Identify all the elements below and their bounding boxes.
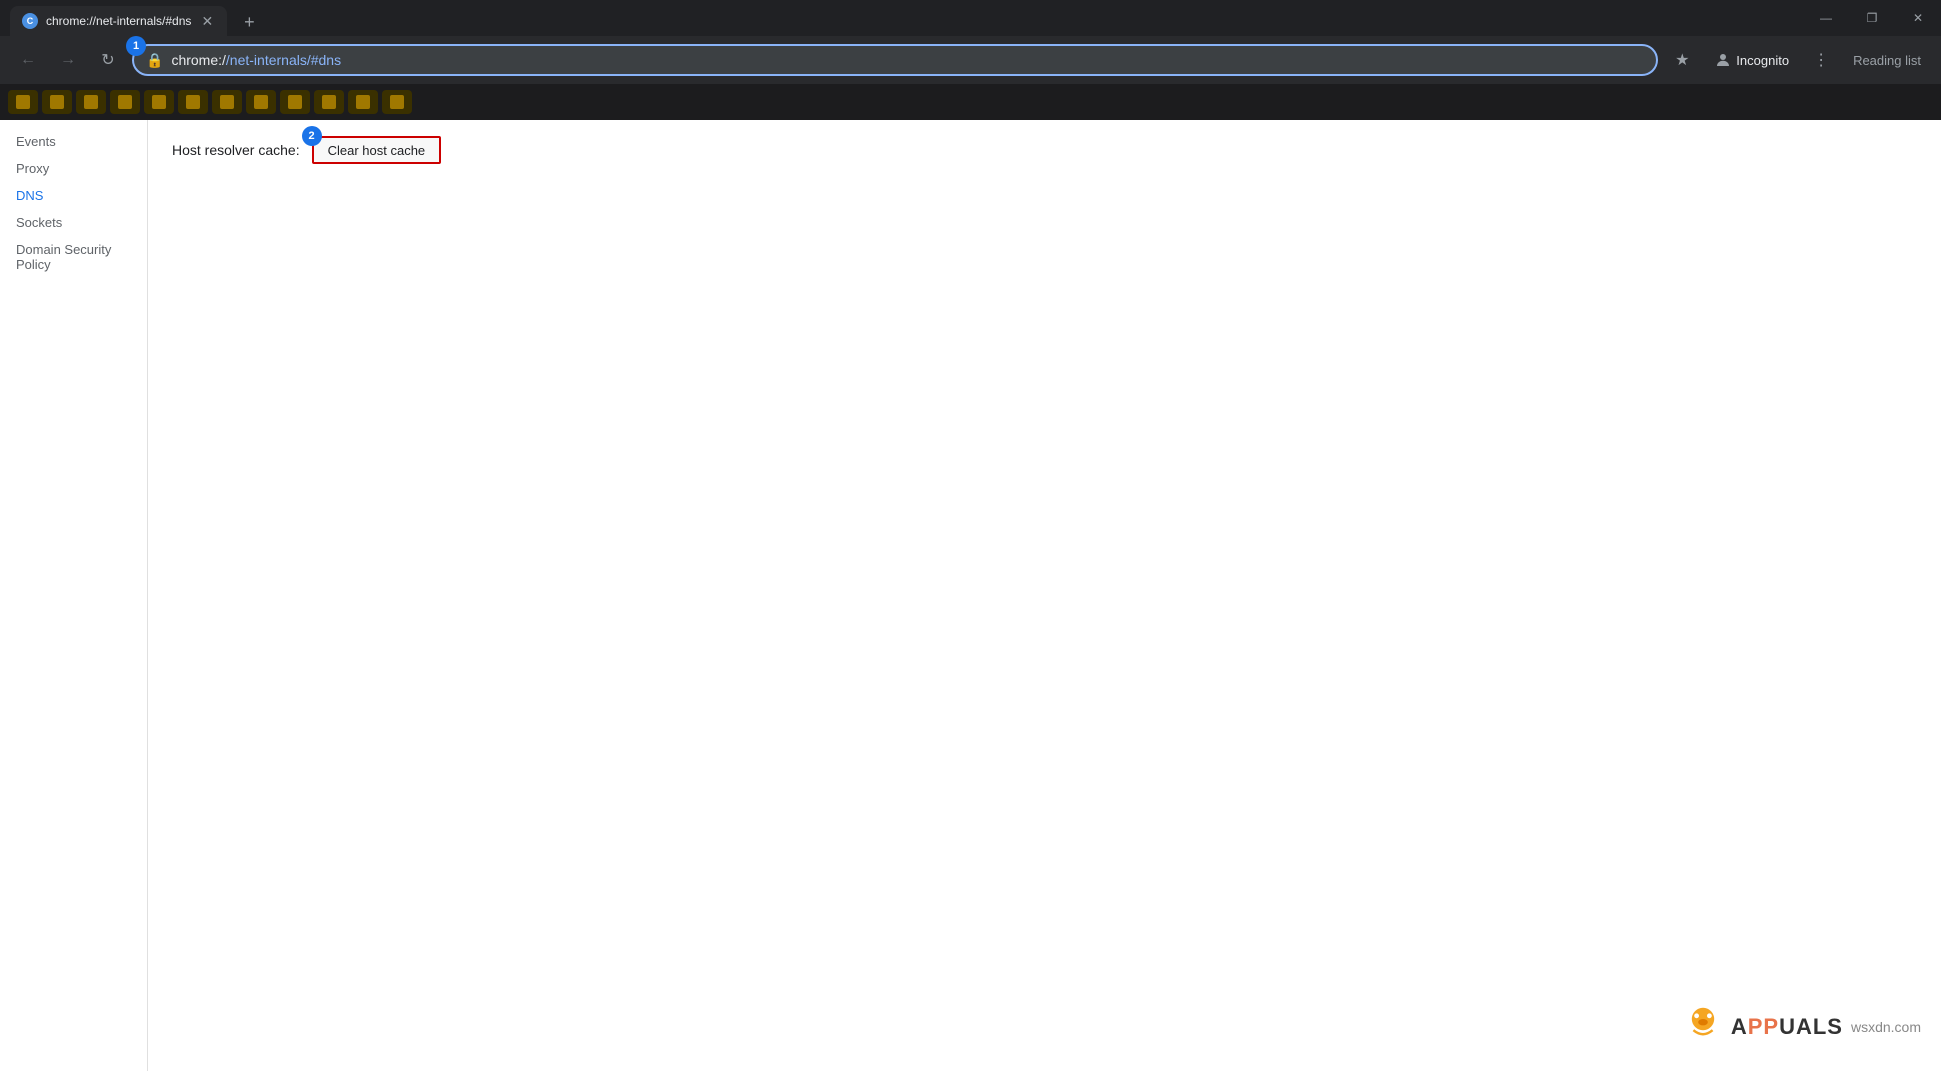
address-bar-wrapper: 1 🔒 chrome://net-internals/#dns bbox=[132, 44, 1658, 76]
reading-list-button[interactable]: Reading list bbox=[1845, 49, 1929, 72]
bookmark-favicon bbox=[322, 95, 336, 109]
step2-badge: 2 bbox=[302, 126, 322, 146]
watermark-logo-icon bbox=[1679, 1003, 1727, 1051]
bookmark-star-button[interactable]: ★ bbox=[1666, 44, 1698, 76]
active-tab[interactable]: C chrome://net-internals/#dns ✕ bbox=[10, 6, 227, 36]
host-resolver-label: Host resolver cache: bbox=[172, 142, 300, 158]
sidebar-item-events[interactable]: Events bbox=[0, 128, 147, 155]
lock-icon: 🔒 bbox=[146, 52, 163, 69]
bookmark-item[interactable] bbox=[348, 90, 378, 114]
bookmark-item[interactable] bbox=[110, 90, 140, 114]
incognito-icon bbox=[1714, 51, 1732, 69]
bookmark-favicon bbox=[254, 95, 268, 109]
bookmark-item[interactable] bbox=[144, 90, 174, 114]
bookmark-item[interactable] bbox=[212, 90, 242, 114]
bookmark-item[interactable] bbox=[246, 90, 276, 114]
tab-close-button[interactable]: ✕ bbox=[199, 13, 215, 29]
sidebar-item-sockets[interactable]: Sockets bbox=[0, 209, 147, 236]
bookmark-favicon bbox=[118, 95, 132, 109]
close-button[interactable]: ✕ bbox=[1895, 0, 1941, 36]
bookmark-favicon bbox=[50, 95, 64, 109]
incognito-label: Incognito bbox=[1736, 53, 1789, 68]
address-text: chrome://net-internals/#dns bbox=[171, 52, 1644, 68]
watermark: APPUALS wsxdn.com bbox=[1679, 1003, 1921, 1051]
incognito-button[interactable]: Incognito bbox=[1706, 44, 1797, 76]
main-panel: Host resolver cache: 2 Clear host cache … bbox=[148, 120, 1941, 1071]
reload-button[interactable]: ↻ bbox=[92, 44, 124, 76]
bookmark-favicon bbox=[152, 95, 166, 109]
url-main: /net-internals/#dns bbox=[226, 52, 341, 68]
bookmark-favicon bbox=[390, 95, 404, 109]
bookmark-favicon bbox=[186, 95, 200, 109]
clear-cache-btn-wrapper: 2 Clear host cache bbox=[312, 136, 442, 164]
tab-bar: C chrome://net-internals/#dns ✕ + bbox=[0, 0, 263, 36]
reading-list-label: Reading list bbox=[1853, 53, 1921, 68]
bookmark-item[interactable] bbox=[314, 90, 344, 114]
bookmark-item[interactable] bbox=[8, 90, 38, 114]
url-prefix: chrome:/ bbox=[171, 52, 225, 68]
bookmark-item[interactable] bbox=[382, 90, 412, 114]
watermark-domain: wsxdn.com bbox=[1851, 1019, 1921, 1035]
bookmark-favicon bbox=[16, 95, 30, 109]
watermark-brand: APPUALS bbox=[1731, 1014, 1843, 1040]
bookmark-favicon bbox=[288, 95, 302, 109]
restore-button[interactable]: ❐ bbox=[1849, 0, 1895, 36]
sidebar-item-domain-security-policy[interactable]: Domain Security Policy bbox=[0, 236, 147, 278]
menu-button[interactable]: ⋮ bbox=[1805, 44, 1837, 76]
address-bar-row: ← → ↻ 1 🔒 chrome://net-internals/#dns ★ … bbox=[0, 36, 1941, 84]
tab-title: chrome://net-internals/#dns bbox=[46, 14, 191, 28]
bookmark-item[interactable] bbox=[42, 90, 72, 114]
clear-host-cache-button[interactable]: Clear host cache bbox=[312, 136, 442, 164]
new-tab-button[interactable]: + bbox=[235, 8, 263, 36]
sidebar: Events Proxy DNS Sockets Domain Security… bbox=[0, 120, 148, 1071]
address-bar[interactable]: 🔒 chrome://net-internals/#dns bbox=[132, 44, 1658, 76]
bookmark-favicon bbox=[220, 95, 234, 109]
sidebar-item-proxy[interactable]: Proxy bbox=[0, 155, 147, 182]
title-bar: C chrome://net-internals/#dns ✕ + — ❐ ✕ bbox=[0, 0, 1941, 36]
tab-favicon: C bbox=[22, 13, 38, 29]
bookmark-item[interactable] bbox=[178, 90, 208, 114]
bookmarks-bar bbox=[0, 84, 1941, 120]
bookmark-item[interactable] bbox=[76, 90, 106, 114]
back-button[interactable]: ← bbox=[12, 44, 44, 76]
dns-row: Host resolver cache: 2 Clear host cache bbox=[172, 136, 1917, 164]
bookmark-favicon bbox=[356, 95, 370, 109]
forward-button[interactable]: → bbox=[52, 44, 84, 76]
minimize-button[interactable]: — bbox=[1803, 0, 1849, 36]
sidebar-item-dns[interactable]: DNS bbox=[0, 182, 147, 209]
bookmark-item[interactable] bbox=[280, 90, 310, 114]
step1-badge: 1 bbox=[126, 36, 146, 56]
window-controls: — ❐ ✕ bbox=[1803, 0, 1941, 36]
bookmark-favicon bbox=[84, 95, 98, 109]
browser-content: Events Proxy DNS Sockets Domain Security… bbox=[0, 120, 1941, 1071]
